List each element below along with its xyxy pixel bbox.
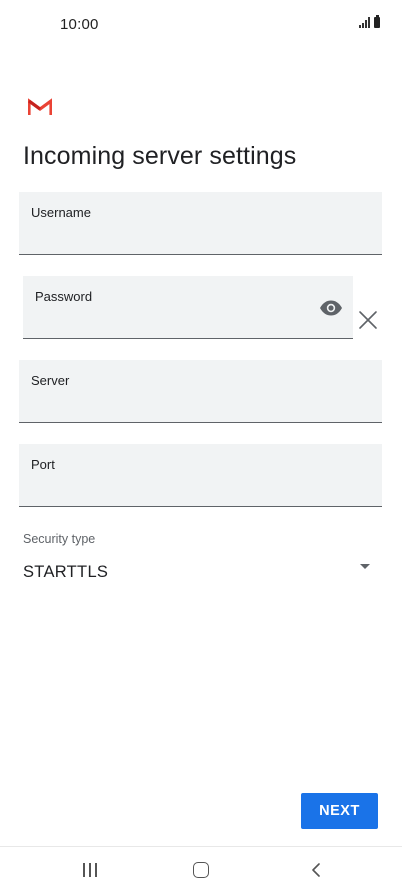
page-title: Incoming server settings xyxy=(23,142,297,170)
gmail-icon xyxy=(28,98,52,115)
dropdown-arrow-icon xyxy=(360,564,370,569)
username-label: Username xyxy=(31,205,91,220)
recent-apps-icon[interactable] xyxy=(83,863,97,877)
password-field[interactable]: Password xyxy=(23,276,353,339)
close-icon[interactable] xyxy=(357,309,379,331)
status-time: 10:00 xyxy=(60,16,99,33)
signal-icon xyxy=(359,17,371,28)
security-type-value: STARTTLS xyxy=(23,563,109,581)
port-label: Port xyxy=(31,457,55,472)
next-button[interactable]: NEXT xyxy=(301,793,378,829)
username-field[interactable]: Username xyxy=(19,192,382,255)
eye-icon[interactable] xyxy=(319,300,343,316)
home-icon[interactable] xyxy=(193,862,209,878)
status-icons xyxy=(359,15,380,28)
server-field[interactable]: Server xyxy=(19,360,382,423)
navigation-bar xyxy=(0,846,402,893)
password-label: Password xyxy=(35,289,93,304)
status-bar: 10:00 xyxy=(0,0,402,48)
security-type-dropdown[interactable]: STARTTLS xyxy=(23,556,379,590)
port-input[interactable] xyxy=(19,480,382,506)
username-input[interactable] xyxy=(19,228,382,254)
back-icon[interactable] xyxy=(310,863,322,877)
password-input[interactable] xyxy=(23,312,287,338)
server-input[interactable] xyxy=(19,396,382,422)
port-field[interactable]: Port xyxy=(19,444,382,507)
server-label: Server xyxy=(31,373,70,388)
battery-icon xyxy=(374,15,380,28)
security-type-label: Security type xyxy=(23,532,96,546)
